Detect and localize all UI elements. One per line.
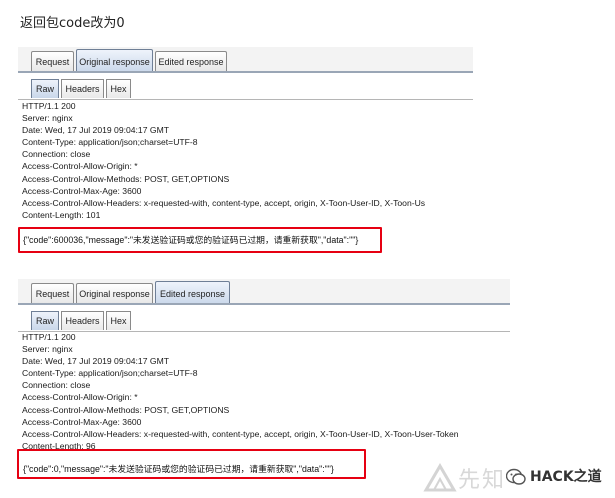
view-tab-bar: Raw Headers Hex [18,76,473,100]
response-headers-text[interactable]: HTTP/1.1 200 Server: nginx Date: Wed, 17… [22,331,510,452]
tab-original-response[interactable]: Original response [76,283,153,303]
subtab-hex[interactable]: Hex [106,311,131,330]
response-line: Content-Length: 101 [22,209,101,220]
tab-request[interactable]: Request [31,283,74,303]
tab-bar-divider [18,303,510,305]
highlight-box-original [18,227,382,253]
response-headers-text[interactable]: HTTP/1.1 200 Server: nginx Date: Wed, 17… [22,100,473,221]
response-line: Date: Wed, 17 Jul 2019 09:04:17 GMT [22,125,169,136]
watermark: 先知 HACK之道 [420,456,615,498]
tab-request[interactable]: Request [31,51,74,71]
tab-edited-response[interactable]: Edited response [155,281,230,305]
page-heading: 返回包code改为0 [20,16,125,31]
response-line: Access-Control-Max-Age: 3600 [22,185,142,196]
tab-original-response[interactable]: Original response [76,49,153,73]
response-line: HTTP/1.1 200 [22,101,76,111]
watermark-right-text: HACK之道 [530,469,602,485]
response-line: Access-Control-Max-Age: 3600 [22,416,142,427]
response-line: Content-Type: application/json;charset=U… [22,137,198,148]
response-panel-original: Request Original response Edited respons… [18,47,473,257]
response-line: Content-Type: application/json;charset=U… [22,368,198,379]
response-line: Access-Control-Allow-Origin: * [22,392,138,403]
subtab-hex[interactable]: Hex [106,79,131,98]
response-line: Access-Control-Allow-Headers: x-requeste… [22,197,426,208]
response-line: Connection: close [22,380,91,391]
tab-bar-divider [18,71,473,73]
main-tab-bar: Request Original response Edited respons… [18,47,473,73]
tab-edited-response[interactable]: Edited response [155,51,227,71]
response-line: Connection: close [22,149,91,160]
wechat-icon [506,468,526,485]
subtab-headers[interactable]: Headers [61,79,104,98]
subtab-raw[interactable]: Raw [31,311,59,330]
subtab-raw[interactable]: Raw [31,79,59,98]
watermark-left-text: 先知 [458,468,507,493]
main-tab-bar: Request Original response Edited respons… [18,279,510,305]
subtab-headers[interactable]: Headers [61,311,104,330]
view-tab-bar: Raw Headers Hex [18,308,510,332]
response-line: Access-Control-Allow-Methods: POST, GET,… [22,404,230,415]
response-line: Access-Control-Allow-Origin: * [22,161,138,172]
response-line: Access-Control-Allow-Headers: x-requeste… [22,428,459,439]
page: 返回包code改为0 Request Original response Edi… [0,0,615,498]
response-line: HTTP/1.1 200 [22,332,76,342]
response-line: Server: nginx [22,113,73,124]
response-line: Access-Control-Allow-Methods: POST, GET,… [22,173,230,184]
response-line: Server: nginx [22,344,73,355]
xianzhi-logo-icon [423,463,457,492]
response-line: Date: Wed, 17 Jul 2019 09:04:17 GMT [22,356,169,367]
highlight-box-edited [17,449,366,479]
